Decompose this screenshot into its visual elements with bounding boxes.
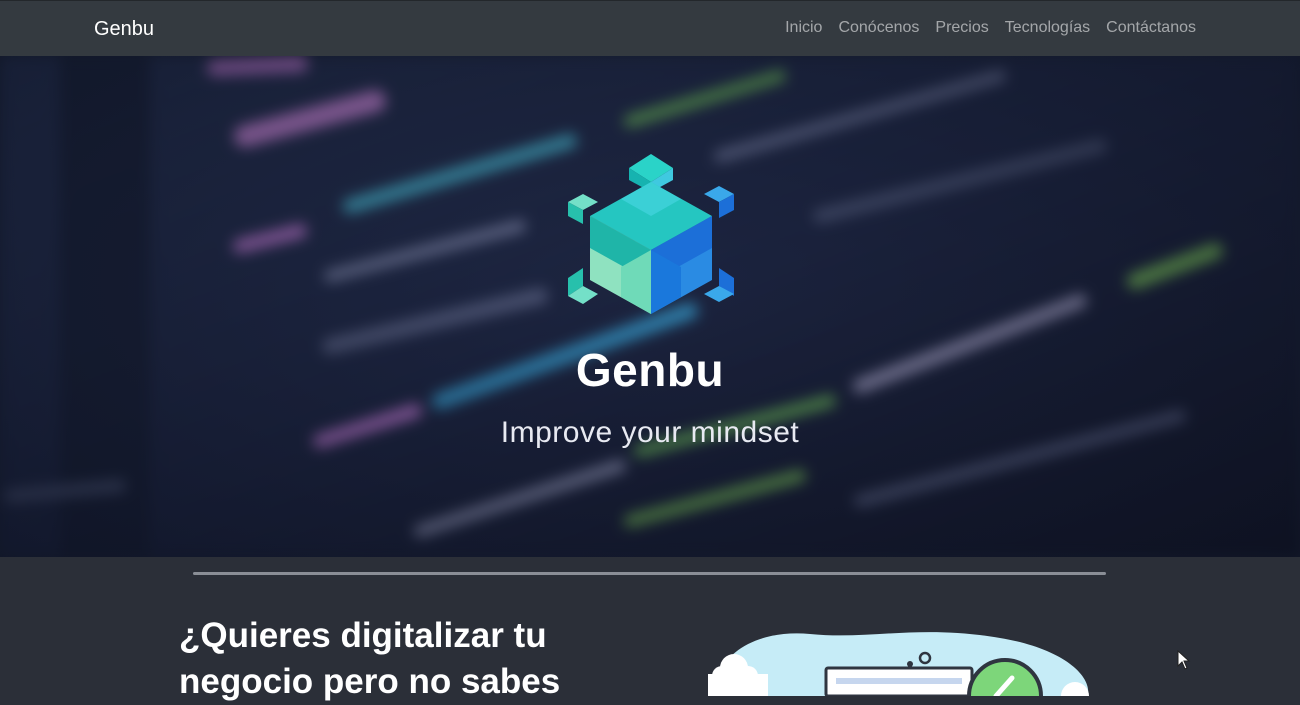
- section-divider: [193, 572, 1106, 575]
- nav-link-conocenos[interactable]: Conócenos: [838, 19, 919, 37]
- nav-links: Inicio Conócenos Precios Tecnologías Con…: [785, 19, 1196, 37]
- section-heading: ¿Quieres digitalizar tu negocio pero no …: [179, 616, 561, 701]
- hero-subtitle: Improve your mindset: [500, 416, 800, 449]
- hero-section: Genbu Improve your mindset: [0, 56, 1300, 557]
- navbar: Genbu Inicio Conócenos Precios Tecnologí…: [0, 0, 1300, 56]
- hero-title: Genbu: [575, 344, 725, 396]
- nav-link-inicio[interactable]: Inicio: [785, 19, 822, 37]
- mouse-cursor-icon: [1177, 650, 1191, 670]
- brand-link[interactable]: Genbu: [94, 18, 154, 41]
- nav-link-tecnologias[interactable]: Tecnologías: [1005, 19, 1090, 37]
- genbu-logo-icon: [568, 154, 734, 314]
- nav-link-precios[interactable]: Precios: [935, 19, 988, 37]
- digital-business-illustration: [708, 632, 1089, 696]
- nav-link-contactanos[interactable]: Contáctanos: [1106, 19, 1196, 37]
